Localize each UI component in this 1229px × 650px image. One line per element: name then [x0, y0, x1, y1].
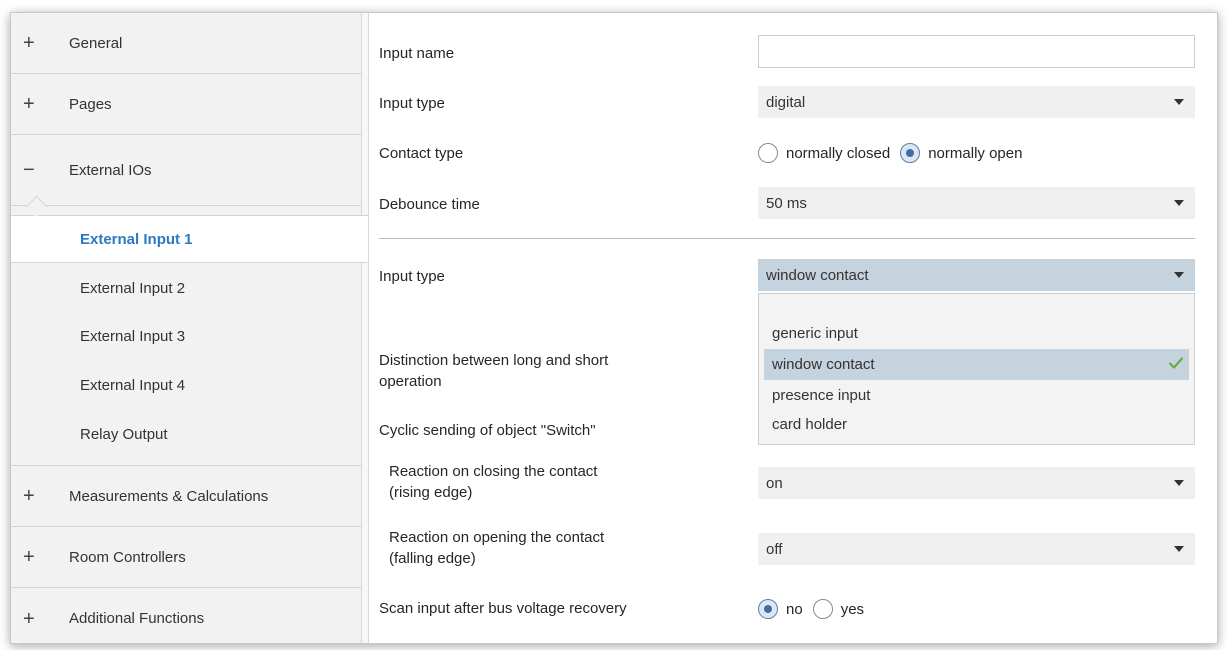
- checkmark-icon: [1168, 357, 1184, 369]
- reaction-opening-label-line2: (falling edge): [389, 550, 476, 567]
- expand-icon: +: [23, 32, 35, 54]
- sidebar-item-label: External Input 2: [80, 279, 186, 297]
- sidebar-group-room-controllers[interactable]: + Room Controllers: [11, 527, 361, 588]
- sidebar-group-measurements[interactable]: + Measurements & Calculations: [11, 466, 361, 527]
- option-label: card holder: [772, 416, 848, 433]
- reaction-closing-select[interactable]: on: [758, 467, 1195, 499]
- option-presence-input[interactable]: presence input: [764, 380, 1189, 411]
- scan-input-label: Scan input after bus voltage recovery: [379, 600, 627, 617]
- input-type-dropdown-list: generic input window contact presence in…: [758, 293, 1195, 445]
- option-card-holder[interactable]: card holder: [764, 409, 1189, 440]
- section-divider: [379, 238, 1195, 239]
- sidebar-item-external-input-1[interactable]: External Input 1: [11, 215, 368, 263]
- expand-icon: +: [23, 546, 35, 568]
- select-value: 50 ms: [766, 194, 807, 212]
- normally-closed-label[interactable]: normally closed: [786, 145, 890, 162]
- sidebar-item-label: External Input 1: [80, 230, 193, 248]
- sidebar-group-label: Pages: [69, 95, 112, 113]
- sidebar-group-label: Additional Functions: [69, 610, 205, 627]
- distinction-label-line1: Distinction between long and short: [379, 352, 609, 369]
- input-name-field[interactable]: [758, 35, 1195, 68]
- chevron-down-icon: [1174, 546, 1184, 552]
- normally-open-radio[interactable]: [900, 143, 921, 163]
- parameter-panel: Input name Input type digital Contact ty…: [369, 13, 1217, 643]
- input-type-label: Input type: [379, 95, 445, 112]
- input-type-2-select[interactable]: window contact: [758, 259, 1195, 291]
- select-value: window contact: [766, 266, 869, 284]
- select-value: off: [766, 540, 783, 558]
- sidebar-group-general[interactable]: + General: [11, 13, 361, 74]
- collapse-icon: −: [23, 159, 35, 181]
- normally-open-label[interactable]: normally open: [928, 145, 1022, 162]
- option-window-contact[interactable]: window contact: [764, 349, 1189, 380]
- reaction-closing-label-line1: Reaction on closing the contact: [389, 463, 598, 480]
- debounce-time-label: Debounce time: [379, 196, 480, 213]
- sidebar-group-label: External IOs: [69, 161, 152, 179]
- yes-label[interactable]: yes: [841, 601, 864, 618]
- input-name-label: Input name: [379, 45, 455, 62]
- sidebar-item-label: External Input 3: [80, 327, 186, 345]
- sidebar-group-label: Measurements & Calculations: [69, 487, 269, 505]
- divider: [11, 205, 361, 206]
- window-frame: + General + Pages − External IOs Externa…: [10, 12, 1218, 644]
- expand-icon: +: [23, 93, 35, 115]
- select-value: on: [766, 474, 783, 492]
- sidebar-item-external-input-4[interactable]: External Input 4: [11, 361, 361, 409]
- sidebar-item-relay-output[interactable]: Relay Output: [11, 410, 361, 458]
- input-type-2-label: Input type: [379, 268, 445, 285]
- sidebar-item-label: Relay Output: [80, 425, 168, 443]
- sidebar-item-label: External Input 4: [80, 376, 186, 394]
- sidebar-group-label: General: [69, 34, 123, 52]
- sidebar-group-label: Room Controllers: [69, 548, 186, 566]
- sidebar-group-additional-functions[interactable]: + Additional Functions: [11, 588, 361, 643]
- sidebar-group-external-ios[interactable]: − External IOs: [11, 135, 361, 205]
- input-type-select[interactable]: digital: [758, 86, 1195, 118]
- sidebar-nav: + General + Pages − External IOs Externa…: [11, 13, 368, 643]
- chevron-down-icon: [1174, 200, 1184, 206]
- sidebar-item-external-input-2[interactable]: External Input 2: [11, 264, 361, 312]
- option-generic-input[interactable]: generic input: [764, 318, 1189, 349]
- reaction-opening-select[interactable]: off: [758, 533, 1195, 565]
- sidebar-group-pages[interactable]: + Pages: [11, 74, 361, 135]
- option-label: generic input: [772, 325, 858, 342]
- expand-icon: +: [23, 607, 35, 630]
- cyclic-sending-label: Cyclic sending of object "Switch": [379, 422, 596, 439]
- splitter[interactable]: [361, 13, 369, 643]
- select-value: digital: [766, 93, 806, 111]
- reaction-closing-label-line2: (rising edge): [389, 484, 473, 501]
- distinction-label-line2: operation: [379, 373, 442, 390]
- debounce-time-select[interactable]: 50 ms: [758, 187, 1195, 219]
- contact-type-radio-group: normally closed normally open: [758, 143, 1032, 163]
- yes-radio[interactable]: [812, 599, 833, 619]
- expand-icon: +: [23, 485, 35, 507]
- scan-input-radio-group: no yes: [758, 599, 874, 619]
- no-label[interactable]: no: [786, 601, 803, 618]
- option-label: window contact: [772, 356, 875, 373]
- chevron-down-icon: [1174, 480, 1184, 486]
- sidebar-item-external-input-3[interactable]: External Input 3: [11, 312, 361, 360]
- option-label: presence input: [772, 387, 871, 404]
- contact-type-label: Contact type: [379, 145, 464, 162]
- normally-closed-radio[interactable]: [758, 143, 778, 163]
- reaction-opening-label-line1: Reaction on opening the contact: [389, 529, 605, 546]
- chevron-down-icon: [1174, 272, 1184, 278]
- chevron-down-icon: [1174, 99, 1184, 105]
- no-radio[interactable]: [758, 599, 778, 619]
